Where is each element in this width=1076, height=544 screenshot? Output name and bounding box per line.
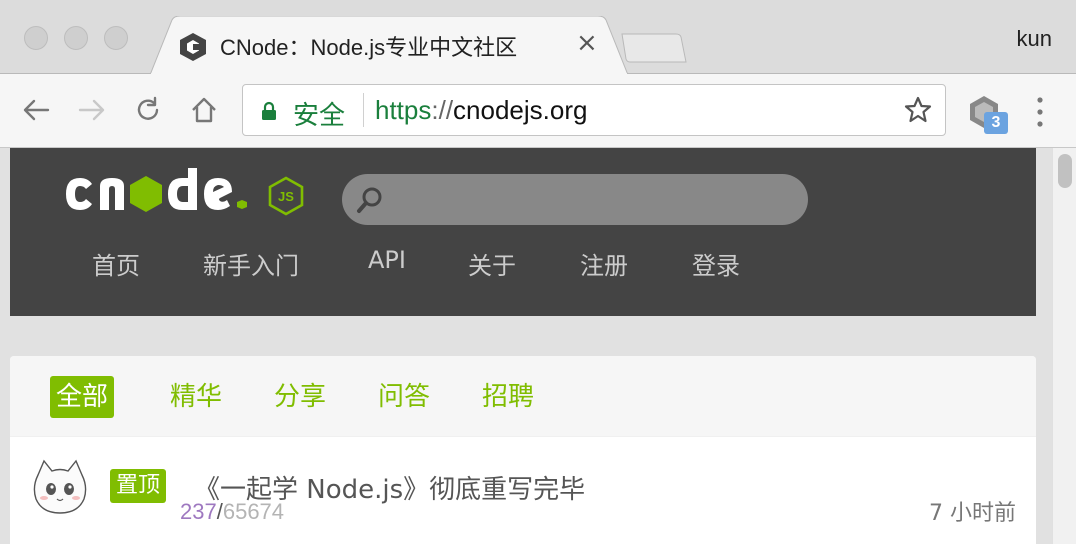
- reply-visit-counts: 237/65674: [180, 499, 284, 525]
- tab-close-icon[interactable]: ×: [576, 28, 598, 58]
- arrow-left-icon: [23, 99, 50, 121]
- cnode-favicon-icon: [180, 33, 206, 61]
- back-button[interactable]: [18, 92, 54, 128]
- extension-badge: 3: [984, 112, 1008, 134]
- home-button[interactable]: [186, 92, 222, 128]
- topic-row[interactable]: 置顶 《一起学 Node.js》彻底重写完毕 237/65674 7 小时前: [10, 436, 1036, 544]
- browser-chrome: CNode：Node.js专业中文社区 × kun 安全 https://cno…: [0, 0, 1076, 148]
- reply-count: 237: [180, 499, 217, 524]
- home-icon: [192, 97, 216, 123]
- browser-tab-active[interactable]: CNode：Node.js专业中文社区 ×: [150, 16, 628, 75]
- site-nav: 首页 新手入门 API 关于 注册 登录: [92, 246, 772, 281]
- reload-icon: [137, 96, 159, 120]
- tab-ask[interactable]: 问答: [372, 376, 436, 418]
- browser-toolbar: 安全 https://cnodejs.org 3: [0, 74, 1076, 148]
- nav-about[interactable]: 关于: [468, 246, 580, 281]
- new-tab-button[interactable]: [618, 32, 688, 64]
- topic-panel: 全部 精华 分享 问答 招聘 置顶 《一起学 Node.js》彻底重写完毕 23…: [10, 356, 1036, 544]
- avatar[interactable]: [28, 455, 92, 519]
- nav-api[interactable]: API: [368, 246, 468, 281]
- url-text[interactable]: https://cnodejs.org: [375, 95, 587, 126]
- address-divider: [363, 93, 364, 127]
- cnode-logo[interactable]: JS: [62, 162, 312, 222]
- minimize-window-button[interactable]: [64, 26, 88, 50]
- page-scrollbar[interactable]: [1052, 148, 1076, 544]
- nav-home[interactable]: 首页: [92, 246, 203, 281]
- address-bar[interactable]: 安全 https://cnodejs.org: [242, 84, 946, 136]
- url-host: cnodejs.org: [453, 95, 588, 125]
- search-input[interactable]: [392, 182, 792, 216]
- bookmark-star-icon[interactable]: [903, 95, 933, 125]
- svg-text:JS: JS: [278, 189, 294, 204]
- topic-tab-bar: 全部 精华 分享 问答 招聘: [10, 356, 1036, 436]
- nav-register[interactable]: 注册: [580, 246, 692, 281]
- url-separator: ://: [431, 95, 454, 125]
- scrollbar-thumb[interactable]: [1058, 154, 1072, 188]
- nav-login[interactable]: 登录: [692, 246, 772, 281]
- tab-strip: CNode：Node.js专业中文社区 × kun: [0, 0, 1076, 75]
- tab-good[interactable]: 精华: [164, 376, 228, 418]
- close-window-button[interactable]: [24, 26, 48, 50]
- reload-button[interactable]: [130, 92, 166, 128]
- arrow-right-icon: [78, 99, 105, 121]
- search-icon: [357, 187, 382, 213]
- search-box[interactable]: [342, 174, 808, 225]
- pinned-badge: 置顶: [110, 469, 167, 503]
- tab-title: CNode：Node.js专业中文社区: [220, 35, 518, 60]
- tab-job[interactable]: 招聘: [476, 376, 540, 418]
- last-reply-time[interactable]: 7 小时前: [929, 495, 1016, 527]
- lock-icon: [262, 101, 276, 120]
- tab-all[interactable]: 全部: [50, 376, 115, 418]
- site-header: JS 首页 新手入门 API 关于 注册 登录: [10, 148, 1036, 316]
- forward-button[interactable]: [74, 92, 110, 128]
- page-viewport: JS 首页 新手入门 API 关于 注册 登录 全部 精华 分享 问答 招聘 置…: [0, 148, 1052, 544]
- profile-name[interactable]: kun: [1017, 26, 1052, 52]
- tab-share[interactable]: 分享: [268, 376, 332, 418]
- security-label: 安全: [293, 101, 346, 131]
- visit-count: 65674: [222, 499, 285, 524]
- more-vert-icon[interactable]: [1030, 94, 1050, 130]
- nav-getting-started[interactable]: 新手入门: [203, 246, 368, 281]
- maximize-window-button[interactable]: [104, 26, 128, 50]
- url-scheme: https: [375, 95, 432, 125]
